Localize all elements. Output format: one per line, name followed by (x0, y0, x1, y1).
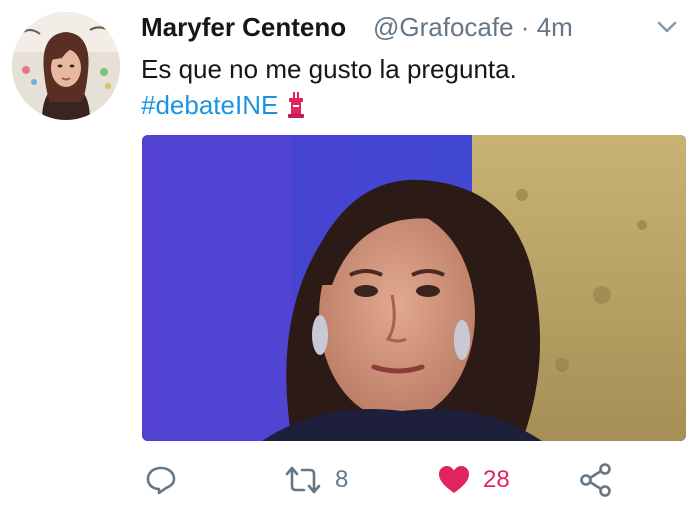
tweet-text: Es que no me gusto la pregunta. (141, 54, 517, 84)
like-button[interactable]: 28 (437, 458, 510, 502)
avatar[interactable] (12, 12, 120, 120)
display-name[interactable]: Maryfer Centeno (141, 10, 346, 44)
chevron-down-icon[interactable] (656, 16, 678, 38)
reply-button[interactable] (145, 458, 177, 502)
media-photo (142, 135, 686, 441)
like-count: 28 (483, 466, 510, 493)
timestamp[interactable]: 4m (537, 12, 573, 42)
separator: · (520, 12, 530, 42)
hashtag-line: #debateINE (141, 88, 306, 122)
tweet-media-image[interactable] (142, 135, 686, 441)
tweet-header: Maryfer Centeno @Grafocafe · 4m (141, 10, 678, 44)
hashtag-link[interactable]: #debateINE (141, 88, 278, 122)
avatar-image (12, 12, 120, 120)
retweet-count: 8 (335, 466, 349, 493)
tweet-actions: 8 28 (141, 458, 641, 502)
reply-icon (146, 466, 176, 495)
podium-icon (288, 92, 305, 118)
heart-icon (439, 466, 469, 493)
retweet-icon (285, 466, 321, 494)
share-icon (580, 463, 611, 497)
user-handle-and-time: @Grafocafe · 4m (373, 10, 573, 44)
retweet-button[interactable]: 8 (283, 458, 348, 502)
share-button[interactable] (579, 458, 613, 502)
user-handle[interactable]: @Grafocafe (373, 12, 514, 42)
